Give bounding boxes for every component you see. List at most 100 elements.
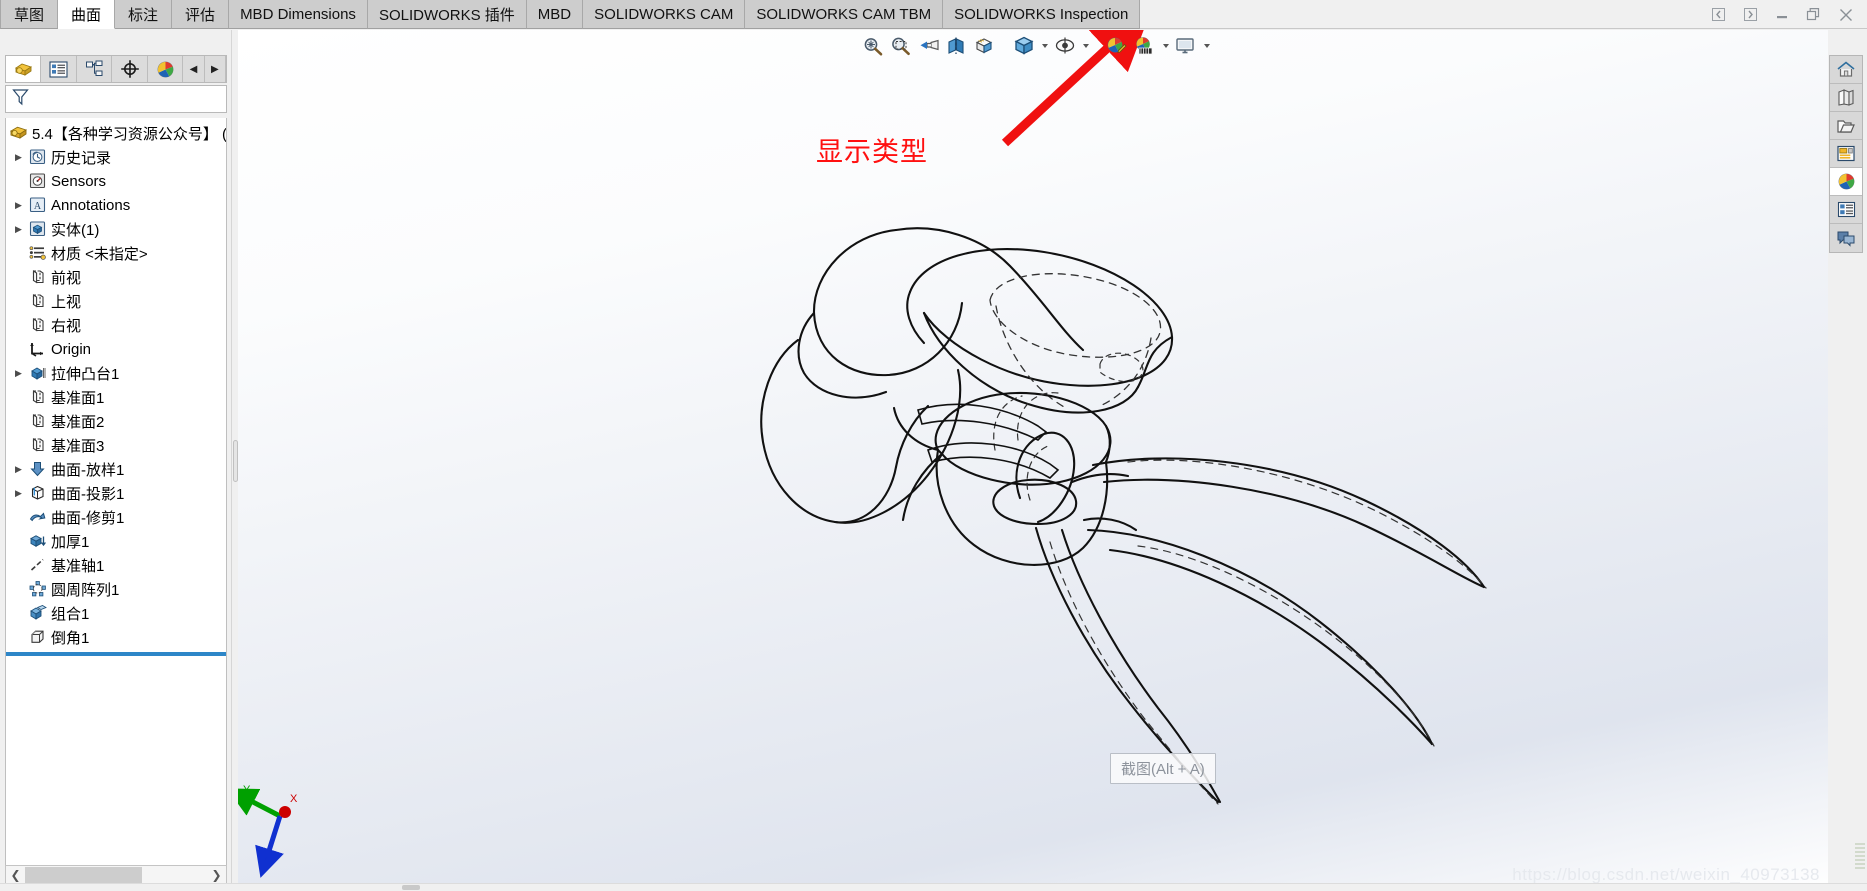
scroll-thumb[interactable]	[25, 867, 142, 883]
tree-item-6[interactable]: ▶ 材质 <未指定>	[6, 241, 226, 265]
tree-item-label: Sensors	[51, 172, 107, 190]
tree-item-19[interactable]: ▶ 基准轴1	[6, 553, 226, 577]
feature-manager-tab[interactable]	[6, 56, 42, 82]
tree-horizontal-scrollbar[interactable]: ❮ ❯	[5, 865, 227, 885]
tree-item-18[interactable]: ▶ 加厚1	[6, 529, 226, 553]
edit-appearance-icon[interactable]	[1104, 32, 1130, 60]
ribbon-tab-2[interactable]: 曲面	[58, 0, 116, 29]
tree-item-5[interactable]: ▶ 实体(1)	[6, 217, 226, 241]
sensor-icon	[27, 171, 49, 191]
zoom-to-fit-icon[interactable]	[860, 32, 886, 60]
display-style-icon[interactable]	[1011, 32, 1037, 60]
tree-indent-spacer: ▶	[10, 392, 27, 403]
appearances-scenes-icon[interactable]	[1830, 196, 1862, 224]
tree-item-label: 加厚1	[51, 533, 90, 551]
chevron-down-icon[interactable]	[1039, 33, 1050, 59]
section-view-icon[interactable]	[944, 32, 970, 60]
ribbon-tab-10[interactable]: SOLIDWORKS Inspection	[943, 0, 1141, 29]
home-icon[interactable]	[1830, 56, 1862, 84]
view-settings-icon[interactable]	[1173, 32, 1199, 60]
ribbon-tab-7[interactable]: MBD	[526, 0, 584, 29]
tree-item-21[interactable]: ▶ 组合1	[6, 601, 226, 625]
ribbon-tab-8[interactable]: SOLIDWORKS CAM	[583, 0, 746, 29]
display-manager-tab[interactable]	[147, 56, 184, 82]
custom-properties-icon[interactable]	[1830, 224, 1862, 252]
tree-indent-spacer: ▶	[10, 344, 27, 355]
property-manager-tab[interactable]	[41, 56, 77, 82]
plane-icon	[27, 411, 49, 431]
view-palette-icon[interactable]	[1830, 168, 1862, 196]
tree-expand-arrow-icon[interactable]: ▶	[10, 464, 27, 475]
tree-expand-arrow-icon[interactable]: ▶	[10, 488, 27, 499]
configuration-manager-tab[interactable]	[76, 56, 113, 82]
ribbon-tab-5[interactable]: MBD Dimensions	[229, 0, 368, 29]
tree-item-12[interactable]: ▶ 基准面1	[6, 385, 226, 409]
tree-item-22[interactable]: ▶ 倒角1	[6, 625, 226, 649]
tree-item-20[interactable]: ▶ 圆周阵列1	[6, 577, 226, 601]
apply-scene-icon[interactable]	[1132, 32, 1158, 60]
tree-expand-arrow-icon[interactable]: ▶	[10, 200, 27, 211]
bottom-strip-grip[interactable]	[402, 885, 420, 890]
ribbon-tab-6[interactable]: SOLIDWORKS 插件	[367, 0, 527, 29]
restore-right-button[interactable]	[1741, 6, 1759, 24]
file-explorer-icon[interactable]	[1830, 140, 1862, 168]
chevron-down-icon[interactable]	[1080, 33, 1091, 59]
view-orientation-icon[interactable]	[972, 32, 998, 60]
tree-item-label: 基准面3	[51, 437, 105, 455]
capture-hint[interactable]: 截图(Alt + A)	[1110, 753, 1216, 784]
ribbon-tab-1[interactable]: 草图	[0, 0, 59, 29]
tree-item-10[interactable]: ▶ Origin	[6, 337, 226, 361]
restore-left-button[interactable]	[1709, 6, 1727, 24]
ribbon-tab-4[interactable]: 评估	[172, 0, 230, 29]
ribbon-tab-9[interactable]: SOLIDWORKS CAM TBM	[745, 0, 944, 29]
tree-item-7[interactable]: ▶ 前视	[6, 265, 226, 289]
design-library-icon[interactable]	[1830, 112, 1862, 140]
model-wireframe[interactable]	[238, 30, 1828, 891]
tree-item-9[interactable]: ▶ 右视	[6, 313, 226, 337]
bottom-strip	[0, 883, 1867, 891]
scroll-right-arrow[interactable]: ❯	[207, 866, 226, 884]
minimize-button[interactable]	[1773, 6, 1791, 24]
scroll-left-arrow[interactable]: ❮	[6, 866, 25, 884]
manager-tab-prev-button[interactable]: ◀	[183, 56, 205, 82]
tree-indent-spacer: ▶	[10, 440, 27, 451]
hide-show-items-icon[interactable]	[1052, 32, 1078, 60]
tree-item-15[interactable]: ▶ 曲面-放样1	[6, 457, 226, 481]
feature-tree-panel[interactable]: ▶5.4【各种学习资源公众号】 (▶历史记录▶Sensors▶AAnnotati…	[5, 118, 227, 878]
tree-item-label: 组合1	[51, 605, 90, 623]
zoom-to-area-icon[interactable]	[888, 32, 914, 60]
tree-item-11[interactable]: ▶ 拉伸凸台1	[6, 361, 226, 385]
tree-expand-arrow-icon[interactable]: ▶	[10, 224, 27, 235]
tree-item-8[interactable]: ▶ 上视	[6, 289, 226, 313]
tree-indent-spacer: ▶	[10, 416, 27, 427]
chevron-down-icon[interactable]	[1201, 33, 1212, 59]
previous-view-icon[interactable]	[916, 32, 942, 60]
circular-pattern-icon	[27, 579, 49, 599]
panel-splitter[interactable]	[231, 30, 238, 891]
tree-item-3[interactable]: ▶ Sensors	[6, 169, 226, 193]
solidworks-resources-icon[interactable]	[1830, 84, 1862, 112]
manager-tab-next-button[interactable]: ▶	[204, 56, 226, 82]
maximize-restore-button[interactable]	[1805, 6, 1823, 24]
scroll-track[interactable]	[25, 866, 207, 884]
tree-expand-arrow-icon[interactable]: ▶	[10, 152, 27, 163]
ribbon-tab-3[interactable]: 标注	[115, 0, 173, 29]
tree-item-16[interactable]: ▶ 曲面-投影1	[6, 481, 226, 505]
tree-item-1[interactable]: ▶5.4【各种学习资源公众号】 (	[6, 121, 226, 145]
tree-item-17[interactable]: ▶ 曲面-修剪1	[6, 505, 226, 529]
graphics-viewport[interactable]: 显示类型 截图(Alt + A) Y X Z https://blog.csdn…	[238, 30, 1828, 891]
close-button[interactable]	[1837, 6, 1855, 24]
tree-item-2[interactable]: ▶ 历史记录	[6, 145, 226, 169]
solidworks-window: 草图 曲面 标注 评估 MBD Dimensions SOLIDWORKS 插件 MBD SO…	[0, 0, 1867, 891]
dimxpert-manager-tab[interactable]	[112, 56, 148, 82]
tree-item-label: 前视	[51, 269, 82, 287]
tree-item-14[interactable]: ▶ 基准面3	[6, 433, 226, 457]
material-icon	[27, 243, 49, 263]
tree-item-13[interactable]: ▶ 基准面2	[6, 409, 226, 433]
manager-tab-strip: ◀ ▶	[5, 55, 227, 83]
tree-expand-arrow-icon[interactable]: ▶	[10, 368, 27, 379]
chevron-down-icon[interactable]	[1160, 33, 1171, 59]
rollback-bar[interactable]	[6, 652, 226, 656]
tree-filter-bar[interactable]	[5, 85, 227, 113]
tree-item-4[interactable]: ▶ A Annotations	[6, 193, 226, 217]
